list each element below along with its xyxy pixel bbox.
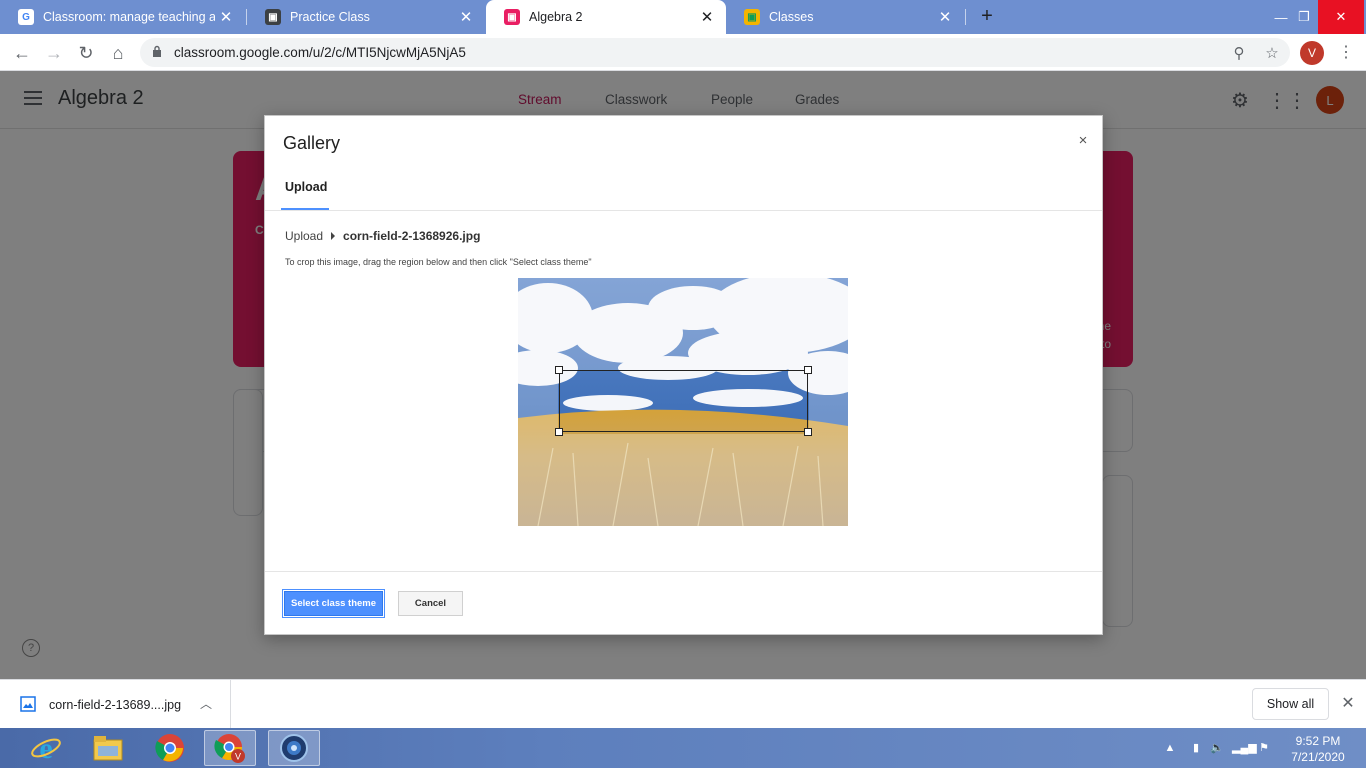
caret-right-icon — [331, 232, 336, 240]
clock-date: 7/21/2020 — [1291, 750, 1345, 764]
browser-tab-strip: G Classroom: manage teaching and ✕ ▣ Pra… — [0, 0, 1366, 34]
browser-tab-practice-class[interactable]: ▣ Practice Class ✕ — [247, 0, 485, 34]
address-bar[interactable]: classroom.google.com/u/2/c/MTI5NjcwMjA5N… — [140, 38, 1290, 67]
bookmark-star-icon[interactable]: ☆ — [1261, 42, 1283, 64]
google-g-icon: G — [18, 9, 34, 25]
close-icon[interactable]: ✕ — [1339, 695, 1357, 713]
crop-handle-bottom-left[interactable] — [555, 428, 563, 436]
downloads-bar: corn-field-2-13689....jpg ︿ Show all ✕ — [0, 679, 1366, 729]
new-tab-button[interactable]: + — [976, 4, 998, 28]
app-icon[interactable] — [268, 730, 320, 766]
dialog-title: Gallery — [283, 133, 341, 153]
zoom-icon[interactable]: ⚲ — [1228, 42, 1250, 64]
back-arrow-icon[interactable]: ← — [9, 40, 35, 66]
url-text: classroom.google.com/u/2/c/MTI5NjcwMjA5N… — [174, 45, 466, 60]
divider — [265, 210, 1102, 211]
chrome-profile-v-icon[interactable]: V — [204, 730, 256, 766]
home-icon[interactable]: ⌂ — [105, 40, 131, 66]
reload-icon[interactable]: ↻ — [73, 40, 99, 66]
browser-tab-algebra-2[interactable]: ▣ Algebra 2 ✕ — [486, 0, 726, 34]
svg-text:V: V — [235, 752, 241, 762]
file-explorer-icon[interactable] — [82, 730, 134, 766]
chrome-profile-avatar[interactable]: V — [1300, 41, 1324, 65]
crop-instructions: To crop this image, drag the region belo… — [285, 257, 592, 267]
crop-handle-top-right[interactable] — [804, 366, 812, 374]
network-icon[interactable]: ▂▄▆ — [1232, 740, 1257, 756]
browser-tab-title: Algebra 2 — [529, 10, 583, 24]
close-tab-icon[interactable]: ✕ — [696, 8, 718, 26]
clock-time: 9:52 PM — [1295, 734, 1341, 748]
browser-tab-title: Practice Class — [290, 10, 370, 24]
crop-selection[interactable] — [559, 370, 808, 432]
svg-text:e: e — [39, 732, 52, 764]
chevron-up-icon[interactable]: ︿ — [198, 695, 214, 711]
system-clock[interactable]: 9:52 PM 7/21/2020 — [1282, 733, 1354, 765]
image-file-icon — [20, 696, 36, 712]
breadcrumb: Upload corn-field-2-1368926.jpg — [285, 229, 480, 243]
browser-tab-title: Classes — [769, 10, 814, 24]
classroom-icon: ▣ — [265, 9, 281, 25]
close-icon[interactable]: × — [1076, 133, 1090, 148]
classroom-icon: ▣ — [744, 9, 760, 25]
browser-toolbar: ← → ↻ ⌂ classroom.google.com/u/2/c/MTI5N… — [0, 34, 1366, 71]
windows-taskbar: e V ▲ ▮ 🔈 ▂▄▆ ⚑ 9:52 PM 7/21/2020 — [0, 728, 1366, 768]
gallery-dialog: Gallery × Upload Upload corn-field-2-136… — [264, 115, 1103, 635]
breadcrumb-file-name: corn-field-2-1368926.jpg — [343, 229, 481, 243]
classroom-icon: ▣ — [504, 9, 520, 25]
battery-icon[interactable]: ▮ — [1188, 740, 1204, 756]
close-window-button[interactable]: ✕ — [1318, 0, 1364, 34]
chrome-icon[interactable] — [144, 730, 196, 766]
show-all-button[interactable]: Show all — [1252, 688, 1329, 720]
crop-handle-bottom-right[interactable] — [804, 428, 812, 436]
forward-arrow-icon[interactable]: → — [41, 40, 67, 66]
browser-tab-classes[interactable]: ▣ Classes ✕ — [726, 0, 964, 34]
chrome-menu-icon[interactable]: ⋮ — [1338, 42, 1354, 64]
internet-explorer-icon[interactable]: e — [20, 730, 72, 766]
browser-tab-title: Classroom: manage teaching and — [43, 10, 215, 24]
download-item[interactable]: corn-field-2-13689....jpg ︿ — [0, 680, 231, 729]
breadcrumb-upload-link[interactable]: Upload — [285, 229, 323, 243]
close-tab-icon[interactable]: ✕ — [215, 8, 237, 26]
select-class-theme-button[interactable]: Select class theme — [284, 591, 383, 616]
action-center-flag-icon[interactable]: ⚑ — [1256, 740, 1272, 756]
crop-handle-top-left[interactable] — [555, 366, 563, 374]
close-tab-icon[interactable]: ✕ — [455, 8, 477, 26]
lock-icon — [153, 45, 161, 57]
volume-icon[interactable]: 🔈 — [1209, 740, 1225, 756]
cancel-button[interactable]: Cancel — [398, 591, 463, 616]
download-file-name: corn-field-2-13689....jpg — [49, 698, 182, 712]
browser-tab-classroom-manage[interactable]: G Classroom: manage teaching and ✕ — [0, 0, 245, 34]
tab-upload[interactable]: Upload — [285, 180, 327, 194]
divider — [265, 571, 1102, 572]
close-tab-icon[interactable]: ✕ — [934, 8, 956, 26]
show-hidden-icons-icon[interactable]: ▲ — [1162, 740, 1178, 756]
